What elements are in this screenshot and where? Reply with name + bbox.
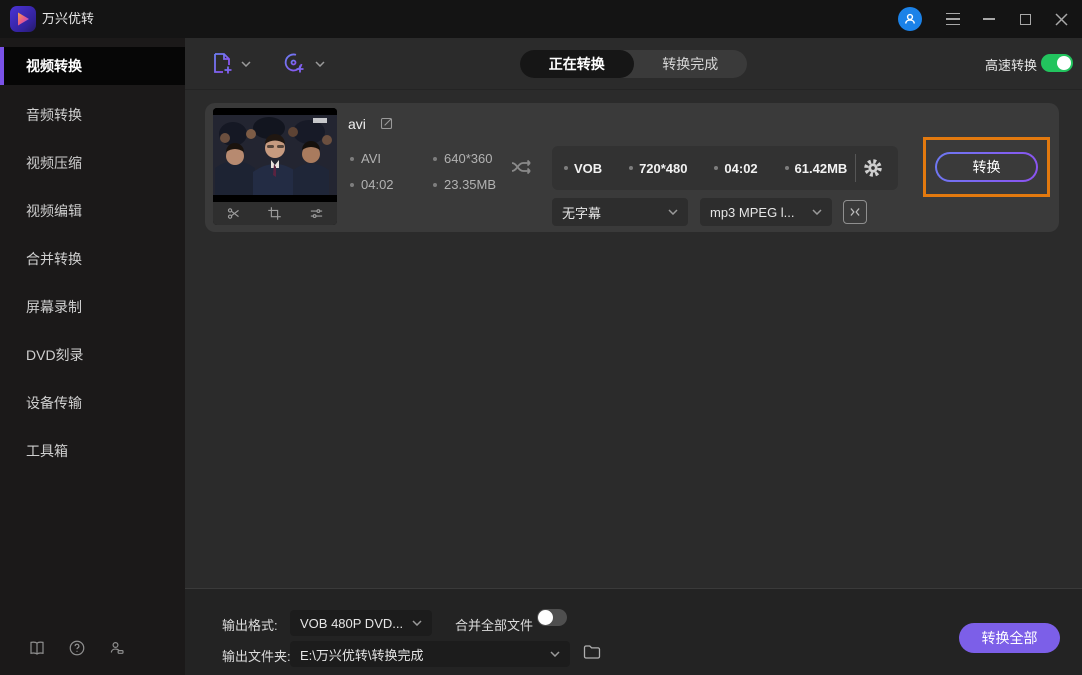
bullet-dot (564, 166, 568, 170)
output-format-select[interactable]: VOB 480P DVD... (290, 610, 432, 636)
sidebar-item-label: 音频转换 (26, 107, 82, 123)
add-file-button[interactable] (210, 51, 236, 77)
merge-all-label: 合并全部文件 (455, 618, 534, 633)
sidebar-item-label: 工具箱 (26, 443, 68, 459)
output-duration: 04:02 (714, 161, 758, 176)
fast-convert-label: 高速转换 (985, 58, 1038, 73)
sidebar-item-label: 视频压缩 (26, 155, 82, 171)
convert-all-button[interactable]: 转换全部 (959, 623, 1060, 653)
divider (855, 154, 857, 182)
source-format: AVI (350, 151, 381, 166)
bullet-dot (350, 182, 354, 187)
sidebar-item-screen-record[interactable]: 屏幕录制 (0, 283, 185, 331)
chevron-down-icon (668, 209, 678, 215)
output-format-label: 输出格式: (222, 618, 278, 633)
bullet-dot (714, 166, 719, 170)
sidebar-item-label: 设备传输 (26, 395, 82, 411)
convert-button[interactable]: 转换 (935, 152, 1038, 182)
sidebar-item-merge-convert[interactable]: 合并转换 (0, 235, 185, 283)
sidebar-item-label: DVD刻录 (26, 347, 84, 363)
add-dvd-chevron-down-icon[interactable] (315, 61, 325, 67)
sidebar-item-video-compress[interactable]: 视频压缩 (0, 139, 185, 187)
settings-gear-icon[interactable] (858, 153, 888, 183)
source-duration: 04:02 (350, 177, 394, 192)
file-name: avi (348, 116, 366, 132)
menu-icon[interactable] (940, 6, 966, 32)
open-folder-icon[interactable] (583, 644, 601, 660)
add-file-chevron-down-icon[interactable] (241, 61, 251, 67)
user-avatar[interactable] (898, 7, 922, 31)
sidebar-item-video-convert[interactable]: 视频转换 (0, 47, 185, 85)
titlebar-controls (898, 0, 1074, 38)
subtitle-select[interactable]: 无字幕 (552, 198, 688, 226)
chevron-down-icon (812, 209, 822, 215)
sidebar-item-dvd-burn[interactable]: DVD刻录 (0, 331, 185, 379)
output-resolution: 720*480 (629, 161, 688, 176)
merge-all-toggle[interactable] (537, 609, 567, 626)
sidebar-item-device-transfer[interactable]: 设备传输 (0, 379, 185, 427)
sidebar-item-audio-convert[interactable]: 音频转换 (0, 91, 185, 139)
bullet-dot (433, 156, 437, 161)
add-dvd-button[interactable] (282, 51, 308, 77)
rename-edit-icon[interactable] (379, 116, 394, 131)
fast-convert-toggle[interactable] (1041, 54, 1073, 72)
sidebar-item-label: 合并转换 (26, 251, 82, 267)
tab-finished[interactable]: 转换完成 (634, 50, 748, 78)
collapse-icon[interactable] (843, 200, 867, 224)
sidebar-item-toolbox[interactable]: 工具箱 (0, 427, 185, 475)
source-size: 23.35MB (433, 177, 496, 192)
chevron-down-icon (412, 620, 422, 626)
sidebar-list: 音频转换 视频压缩 视频编辑 合并转换 屏幕录制 DVD刻录 设备传输 工具箱 (0, 91, 185, 475)
output-size: 61.42MB (784, 161, 847, 176)
transfer-shuffle-icon (510, 157, 534, 177)
thumbnail-toolbar (213, 202, 337, 225)
bullet-dot (433, 182, 437, 187)
close-button[interactable] (1048, 6, 1074, 32)
sidebar: 视频转换 音频转换 视频压缩 视频编辑 合并转换 屏幕录制 DVD刻录 设备传输… (0, 38, 185, 675)
tab-converting[interactable]: 正在转换 (520, 50, 634, 78)
sidebar-item-label: 视频转换 (26, 58, 82, 74)
chevron-down-icon (550, 651, 560, 657)
guide-book-icon[interactable] (27, 638, 47, 658)
task-tabs: 正在转换 转换完成 (520, 50, 747, 78)
output-folder-label: 输出文件夹: (222, 649, 291, 664)
highlight-box: 转换 (923, 137, 1050, 197)
minimize-button[interactable] (976, 6, 1002, 32)
bullet-dot (784, 166, 789, 170)
sidebar-item-label: 视频编辑 (26, 203, 82, 219)
main-content: 正在转换 转换完成 高速转换 avi AVI 640*360 04:02 23.… (185, 38, 1082, 675)
audio-track-select[interactable]: mp3 MPEG l... (700, 198, 832, 226)
maximize-button[interactable] (1012, 6, 1038, 32)
output-format: VOB (564, 161, 602, 176)
sidebar-item-label: 屏幕录制 (26, 299, 82, 315)
effects-sliders-icon[interactable] (308, 206, 324, 222)
titlebar: 万兴优转 (0, 0, 1082, 38)
sidebar-item-video-edit[interactable]: 视频编辑 (0, 187, 185, 235)
content-header: 正在转换 转换完成 高速转换 (185, 38, 1082, 90)
app-logo-icon (10, 6, 36, 32)
trim-scissors-icon[interactable] (226, 206, 242, 222)
bullet-dot (350, 156, 354, 161)
output-settings-pill: VOB 720*480 04:02 61.42MB (552, 146, 898, 190)
task-row: avi AVI 640*360 04:02 23.35MB VOB 720*48… (205, 103, 1059, 232)
crop-icon[interactable] (267, 206, 283, 222)
help-icon[interactable] (67, 638, 87, 658)
source-resolution: 640*360 (433, 151, 492, 166)
sidebar-footer (27, 638, 127, 658)
video-thumbnail (213, 108, 337, 225)
bullet-dot (629, 166, 634, 170)
bottom-panel: 输出格式: VOB 480P DVD... 合并全部文件 输出文件夹: E:\万… (185, 588, 1082, 675)
app-title: 万兴优转 (42, 11, 95, 26)
output-folder-select[interactable]: E:\万兴优转\转换完成 (290, 641, 570, 667)
contact-people-icon[interactable] (107, 638, 127, 658)
